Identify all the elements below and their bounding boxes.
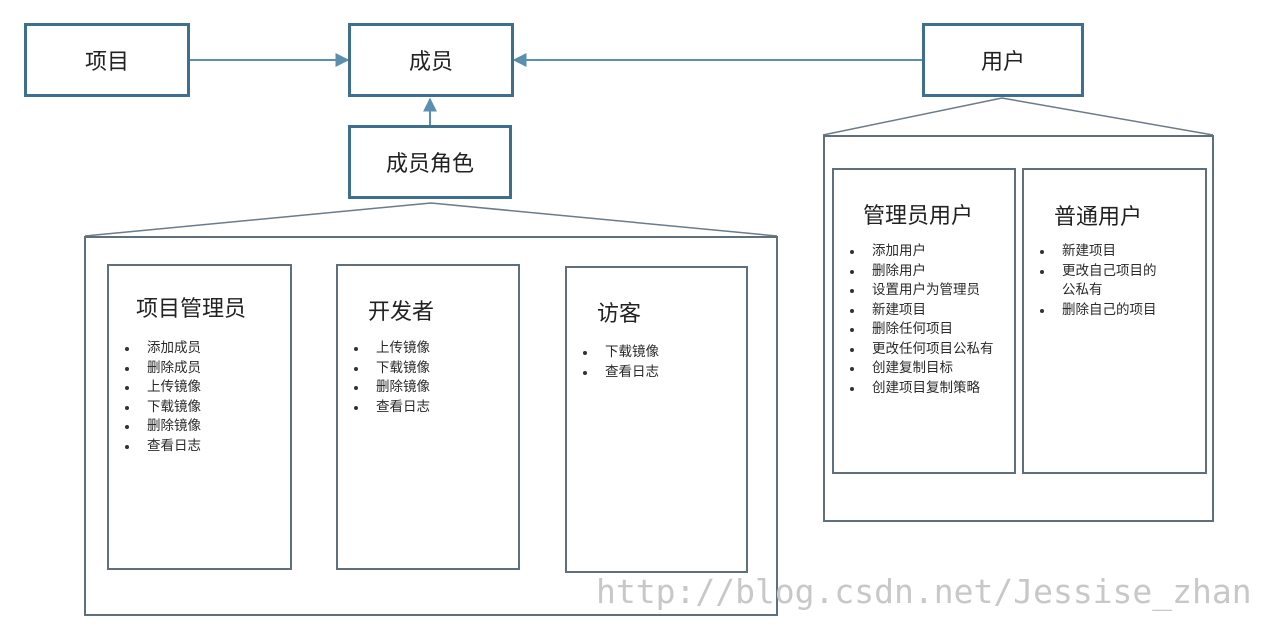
member-role-node-label: 成员角色	[385, 152, 474, 177]
guest-list: 下载镜像 查看日志	[581, 343, 659, 382]
guest-card: 访客 下载镜像 查看日志	[565, 266, 748, 573]
list-item: 删除任何项目	[848, 320, 994, 340]
list-item: 下载镜像	[581, 343, 659, 363]
list-item: 删除成员	[123, 359, 201, 379]
project-admin-card: 项目管理员 添加成员 删除成员 上传镜像 下载镜像 删除镜像 查看日志	[107, 264, 292, 570]
list-item: 删除用户	[848, 262, 994, 282]
list-item: 更改任何项目公私有	[848, 340, 994, 360]
list-item: 上传镜像	[123, 378, 201, 398]
role-callout	[84, 202, 778, 237]
watermark-text: http://blog.csdn.net/Jessise_zhan	[596, 572, 1252, 611]
list-item: 创建复制目标	[848, 359, 994, 379]
list-item: 下载镜像	[352, 359, 430, 379]
list-item: 添加用户	[848, 242, 994, 262]
member-node-label: 成员	[408, 50, 453, 75]
user-callout	[822, 97, 1214, 136]
admin-user-list: 添加用户 删除用户 设置用户为管理员 新建项目 删除任何项目 更改任何项目公私有…	[848, 242, 994, 398]
list-item: 查看日志	[123, 437, 201, 457]
diagram-canvas: 项目 成员 用户 成员角色 项目管理员 添加成员 删除成员 上传镜像 下载镜像 …	[0, 0, 1280, 634]
user-node-label: 用户	[980, 50, 1025, 75]
list-item: 更改自己项目的	[1038, 262, 1157, 282]
user-node: 用户	[922, 23, 1084, 97]
member-node: 成员	[348, 23, 514, 97]
developer-title: 开发者	[368, 300, 435, 325]
member-role-node: 成员角色	[348, 125, 512, 199]
admin-user-title: 管理员用户	[863, 204, 974, 229]
list-item: 查看日志	[352, 398, 430, 418]
list-item: 新建项目	[848, 301, 994, 321]
list-item: 删除镜像	[352, 378, 430, 398]
normal-user-list: 新建项目 更改自己项目的 公私有 删除自己的项目	[1038, 242, 1157, 320]
developer-list: 上传镜像 下载镜像 删除镜像 查看日志	[352, 339, 430, 417]
project-node: 项目	[24, 23, 190, 97]
project-admin-list: 添加成员 删除成员 上传镜像 下载镜像 删除镜像 查看日志	[123, 339, 201, 456]
list-item: 删除镜像	[123, 417, 201, 437]
guest-title: 访客	[597, 302, 642, 327]
project-node-label: 项目	[84, 50, 129, 75]
list-item: 添加成员	[123, 339, 201, 359]
project-admin-title: 项目管理员	[136, 297, 247, 322]
list-item: 新建项目	[1038, 242, 1157, 262]
list-item: 设置用户为管理员	[848, 281, 994, 301]
list-item: 下载镜像	[123, 398, 201, 418]
list-item: 查看日志	[581, 363, 659, 383]
list-item: 创建项目复制策略	[848, 379, 994, 399]
normal-user-card: 普通用户 新建项目 更改自己项目的 公私有 删除自己的项目	[1022, 168, 1207, 474]
list-item-continuation: 公私有	[1062, 282, 1103, 298]
admin-user-card: 管理员用户 添加用户 删除用户 设置用户为管理员 新建项目 删除任何项目 更改任…	[832, 168, 1016, 474]
list-item: 删除自己的项目	[1038, 301, 1157, 321]
developer-card: 开发者 上传镜像 下载镜像 删除镜像 查看日志	[336, 264, 520, 570]
normal-user-title: 普通用户	[1054, 205, 1143, 230]
list-item: 上传镜像	[352, 339, 430, 359]
